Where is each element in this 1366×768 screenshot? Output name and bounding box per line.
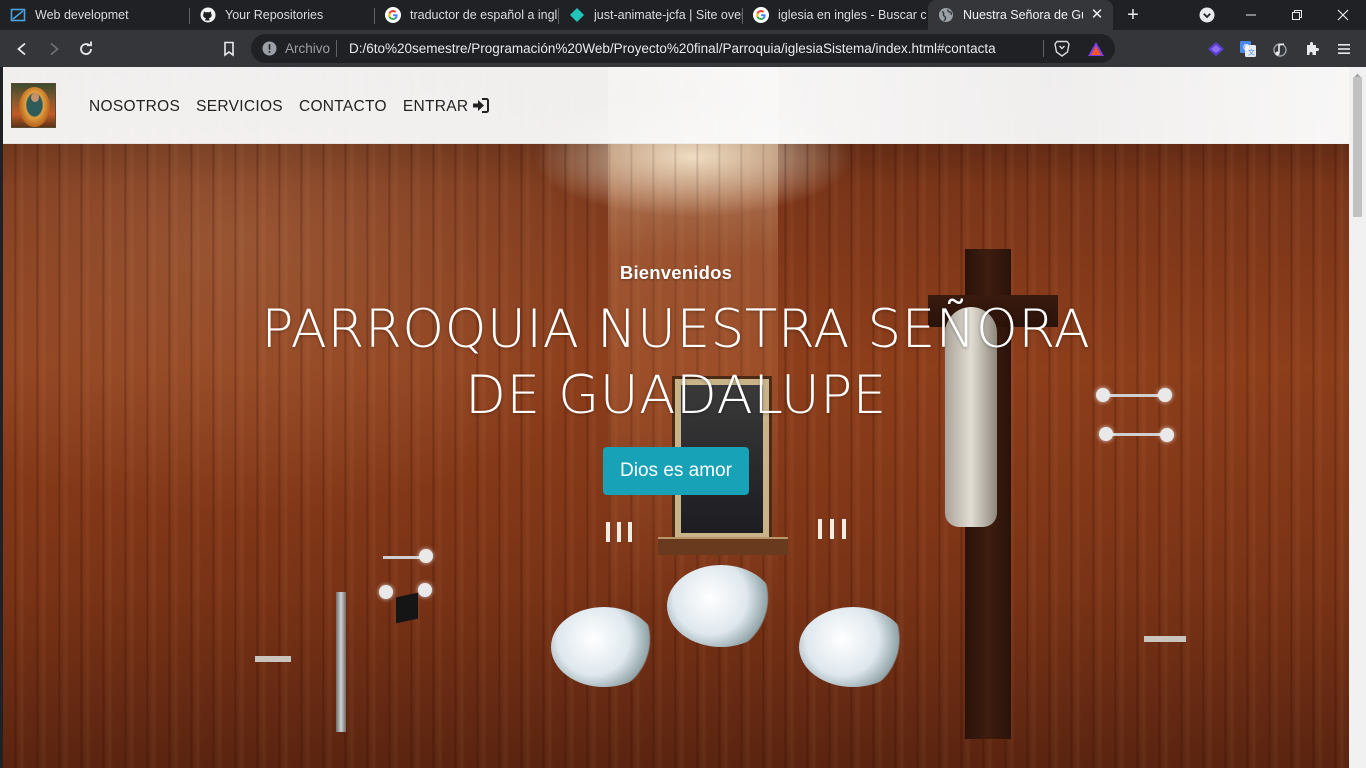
- nav-link-label: NOSOTROS: [89, 98, 181, 115]
- tab-title: Your Repositories: [225, 8, 324, 22]
- extensions-button[interactable]: [1301, 38, 1323, 60]
- chevron-down-icon: [1199, 7, 1215, 23]
- brave-rewards-icon[interactable]: [1087, 41, 1105, 62]
- nav-link-entrar[interactable]: ENTRAR: [395, 96, 498, 118]
- reload-icon: [80, 41, 92, 55]
- flower-arrangement: [667, 565, 775, 647]
- hero-subtitle: Bienvenidos: [619, 262, 733, 283]
- brave-shield-icon[interactable]: [1054, 40, 1070, 62]
- zeplin-icon: [10, 7, 26, 23]
- page-viewport: NOSOTROS SERVICIOS CONTACTO ENTRAR Bienv…: [3, 67, 1349, 768]
- nav-link-servicios[interactable]: SERVICIOS: [188, 96, 291, 118]
- brand-logo-image[interactable]: [11, 83, 56, 128]
- nav-link-nosotros[interactable]: NOSOTROS: [81, 96, 188, 118]
- restore-icon: [1292, 10, 1302, 20]
- divider: [336, 40, 337, 57]
- site-navbar: NOSOTROS SERVICIOS CONTACTO ENTRAR: [3, 67, 1349, 144]
- main-nav: NOSOTROS SERVICIOS CONTACTO ENTRAR: [81, 96, 497, 118]
- svg-text:文: 文: [1248, 48, 1255, 57]
- sign-in-icon: [472, 98, 490, 120]
- github-icon: [200, 7, 216, 23]
- music-note-icon: [1273, 43, 1287, 57]
- google-translate-icon: G文: [1240, 41, 1256, 57]
- candle: [617, 522, 621, 542]
- file-scheme-label: Archivo: [285, 41, 331, 56]
- altar-base: [658, 537, 788, 555]
- address-bar[interactable]: Archivo D:/6to%20semestre/Programación%2…: [251, 34, 1115, 63]
- google-icon: [385, 7, 401, 23]
- url-text[interactable]: D:/6to%20semestre/Programación%20Web/Pro…: [349, 41, 996, 56]
- tab-title: traductor de español a ingle: [410, 8, 558, 22]
- flower-arrangement: [551, 607, 657, 687]
- reload-button[interactable]: [75, 38, 97, 60]
- bookmark-icon: [224, 41, 234, 57]
- wall-shelf: [255, 656, 291, 662]
- scroll-up-arrow[interactable]: [1349, 67, 1366, 77]
- navbar-light-overlay: [623, 67, 1349, 144]
- candle: [818, 519, 822, 539]
- new-tab-button[interactable]: +: [1122, 4, 1144, 26]
- hero-cta-button[interactable]: Dios es amor: [603, 447, 749, 495]
- metal-pipe: [336, 592, 346, 732]
- divider: [1043, 40, 1044, 57]
- hero-title: PARROQUIA NUESTRA SEÑORA DE GUADALUPE: [261, 299, 1091, 426]
- close-icon: [1337, 9, 1349, 21]
- scrollbar-thumb[interactable]: [1353, 77, 1362, 217]
- page-scrollbar[interactable]: [1349, 67, 1366, 768]
- minimize-button[interactable]: [1228, 0, 1274, 30]
- tab-traductor[interactable]: traductor de español a ingle: [375, 0, 558, 30]
- flower-arrangement: [799, 607, 907, 687]
- tab-nuestra-senora[interactable]: Nuestra Señora de Gua ✕: [928, 0, 1113, 30]
- proton-vpn-icon: [1208, 42, 1224, 56]
- hamburger-menu-icon: [1338, 44, 1350, 54]
- virgin-face: [31, 93, 39, 102]
- tab-title: Nuestra Señora de Gua: [963, 8, 1083, 22]
- nav-link-contacto[interactable]: CONTACTO: [291, 96, 395, 118]
- nav-link-label: ENTRAR: [402, 98, 469, 115]
- nav-link-label: SERVICIOS: [196, 98, 283, 115]
- wall-lamp: [419, 549, 433, 563]
- tab-search-button[interactable]: [1184, 0, 1230, 30]
- tab-iglesia-en-ingles[interactable]: iglesia en ingles - Buscar co: [743, 0, 926, 30]
- restore-button[interactable]: [1274, 0, 1320, 30]
- netlify-icon: [569, 7, 585, 23]
- nav-link-label: CONTACTO: [298, 98, 387, 115]
- puzzle-icon: [1307, 42, 1319, 55]
- tab-just-animate[interactable]: just-animate-jcfa | Site overv: [559, 0, 742, 30]
- browser-toolbar: Archivo D:/6to%20semestre/Programación%2…: [0, 30, 1366, 67]
- tab-title: iglesia en ingles - Buscar co: [778, 8, 926, 22]
- forward-button[interactable]: [43, 38, 65, 60]
- minimize-icon: [1246, 14, 1256, 16]
- tab-title: Web developmet: [35, 8, 129, 22]
- forward-arrow-icon: [50, 42, 59, 56]
- candle: [842, 519, 846, 539]
- wall-lamp: [418, 583, 432, 597]
- info-icon[interactable]: [262, 41, 277, 61]
- candle: [628, 522, 632, 542]
- wall-shelf: [1144, 636, 1186, 642]
- extension-proton-button[interactable]: [1205, 38, 1227, 60]
- wall-lamp: [379, 585, 393, 599]
- close-tab-icon[interactable]: ✕: [1089, 7, 1105, 23]
- speaker: [396, 592, 418, 624]
- back-arrow-icon: [17, 42, 26, 56]
- menu-button[interactable]: [1333, 38, 1355, 60]
- tab-title: just-animate-jcfa | Site overv: [594, 8, 742, 22]
- candle: [606, 522, 610, 542]
- tab-strip: Web developmet Your Repositories traduct…: [0, 0, 1366, 30]
- tab-web-developmet[interactable]: Web developmet: [0, 0, 188, 30]
- globe-icon: [938, 7, 954, 23]
- extension-translate-button[interactable]: G文: [1237, 38, 1259, 60]
- candle: [830, 519, 834, 539]
- back-button[interactable]: [11, 38, 33, 60]
- tab-your-repositories[interactable]: Your Repositories: [190, 0, 374, 30]
- extension-music-button[interactable]: [1269, 38, 1291, 60]
- google-icon: [753, 7, 769, 23]
- hero-section: Bienvenidos PARROQUIA NUESTRA SEÑORA DE …: [3, 262, 1349, 495]
- close-window-button[interactable]: [1320, 0, 1366, 30]
- bookmark-button[interactable]: [218, 38, 240, 60]
